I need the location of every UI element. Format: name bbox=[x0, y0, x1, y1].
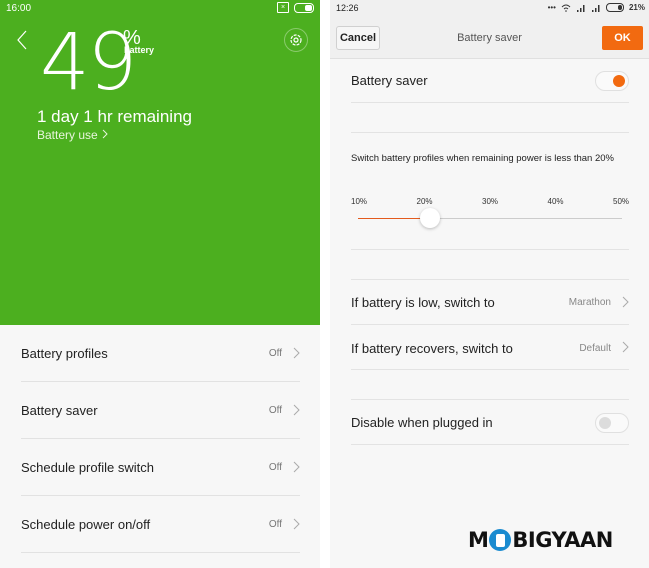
list-item-label: Battery saver bbox=[21, 402, 98, 418]
recover-switch-value: Default bbox=[579, 343, 611, 354]
spacer bbox=[351, 250, 629, 280]
sim-x-icon: × bbox=[277, 2, 289, 13]
chevron-right-icon bbox=[622, 341, 629, 353]
battery-icon bbox=[605, 3, 624, 12]
recover-switch-label: If battery recovers, switch to bbox=[351, 341, 513, 356]
list-item-value: Off bbox=[268, 461, 282, 473]
battery-saver-label: Battery saver bbox=[351, 73, 428, 88]
spacer bbox=[351, 370, 629, 400]
chevron-right-icon bbox=[293, 518, 300, 530]
watermark-text-right: BIGYAAN bbox=[512, 528, 613, 552]
settings-button[interactable] bbox=[284, 28, 308, 52]
list-item-label: Schedule power on/off bbox=[21, 516, 151, 532]
slider-tick-label: 10% bbox=[350, 197, 368, 206]
threshold-description: Switch battery profiles when remaining p… bbox=[351, 153, 614, 164]
low-switch-label: If battery is low, switch to bbox=[351, 295, 495, 310]
toggle-knob bbox=[613, 75, 625, 87]
list-item-value: Off bbox=[268, 518, 282, 530]
recover-switch-row[interactable]: If battery recovers, switch to Default bbox=[351, 325, 629, 370]
chevron-right-icon bbox=[293, 404, 300, 416]
list-item-battery-saver[interactable]: Battery saver Off bbox=[21, 382, 300, 439]
battery-use-label: Battery use bbox=[37, 128, 98, 142]
percent-label: battery bbox=[124, 45, 155, 55]
chevron-right-icon bbox=[102, 129, 108, 139]
spacer bbox=[351, 103, 629, 133]
slider-tick-label: 40% bbox=[547, 197, 564, 206]
battery-hero: 16:00 × 49 % battery 1 day 1 hr remainin… bbox=[0, 0, 320, 325]
low-battery-switch-row[interactable]: If battery is low, switch to Marathon bbox=[351, 280, 629, 325]
battery-saver-toggle[interactable] bbox=[595, 71, 629, 91]
battery-percent-value: 49 bbox=[40, 18, 137, 108]
more-dots-icon: ••• bbox=[547, 3, 556, 12]
signal-icon bbox=[576, 4, 585, 12]
slider-divider bbox=[351, 212, 629, 250]
status-time: 16:00 bbox=[6, 3, 32, 14]
watermark-text-left: M bbox=[468, 528, 489, 552]
chevron-right-icon bbox=[622, 296, 629, 308]
time-remaining: 1 day 1 hr remaining bbox=[37, 107, 192, 126]
chevron-right-icon bbox=[293, 347, 300, 359]
battery-saver-row: Battery saver bbox=[351, 59, 629, 103]
ok-button[interactable]: OK bbox=[602, 26, 643, 50]
battery-saver-screen: 12:26 ••• 21% Cancel Battery saver OK Ba… bbox=[330, 0, 649, 568]
disable-plugged-toggle[interactable] bbox=[595, 413, 629, 433]
toggle-knob bbox=[599, 417, 611, 429]
list-item-label: Schedule profile switch bbox=[21, 459, 154, 475]
wifi-icon bbox=[561, 4, 571, 12]
list-item-schedule-power[interactable]: Schedule power on/off Off bbox=[21, 496, 300, 553]
list-item-schedule-profile-switch[interactable]: Schedule profile switch Off bbox=[21, 439, 300, 496]
status-time: 12:26 bbox=[336, 3, 359, 13]
list-item-value: Off bbox=[268, 404, 282, 416]
list-item-battery-profiles[interactable]: Battery profiles Off bbox=[21, 325, 300, 382]
back-chevron-icon[interactable] bbox=[14, 28, 30, 52]
low-switch-value: Marathon bbox=[568, 297, 611, 308]
status-icons: × bbox=[277, 2, 314, 13]
status-icons: ••• 21% bbox=[548, 3, 645, 12]
watermark-logo: M BIGYAAN bbox=[468, 528, 613, 552]
disable-plugged-row: Disable when plugged in bbox=[351, 400, 629, 445]
gear-icon bbox=[290, 34, 302, 46]
battery-settings-list: Battery profiles Off Battery saver Off S… bbox=[21, 325, 300, 553]
list-item-label: Battery profiles bbox=[21, 345, 108, 361]
toolbar: Cancel Battery saver OK bbox=[330, 18, 649, 59]
slider-tick-label: 30% bbox=[481, 197, 499, 206]
chevron-right-icon bbox=[293, 461, 300, 473]
battery-icon bbox=[294, 2, 314, 13]
list-item-value: Off bbox=[268, 347, 282, 359]
phone-logo-icon bbox=[489, 529, 512, 551]
disable-plugged-label: Disable when plugged in bbox=[351, 415, 493, 430]
slider-tick-labels: 10% 20% 30% 40% 50% bbox=[351, 197, 629, 209]
status-bar: 12:26 ••• 21% bbox=[330, 0, 649, 18]
signal-icon bbox=[591, 4, 600, 12]
battery-use-link[interactable]: Battery use bbox=[37, 128, 109, 142]
battery-percent: 21% bbox=[628, 3, 645, 12]
battery-overview-screen: 16:00 × 49 % battery 1 day 1 hr remainin… bbox=[0, 0, 320, 568]
slider-tick-label: 20% bbox=[416, 197, 433, 206]
slider-tick-label: 50% bbox=[612, 197, 630, 206]
